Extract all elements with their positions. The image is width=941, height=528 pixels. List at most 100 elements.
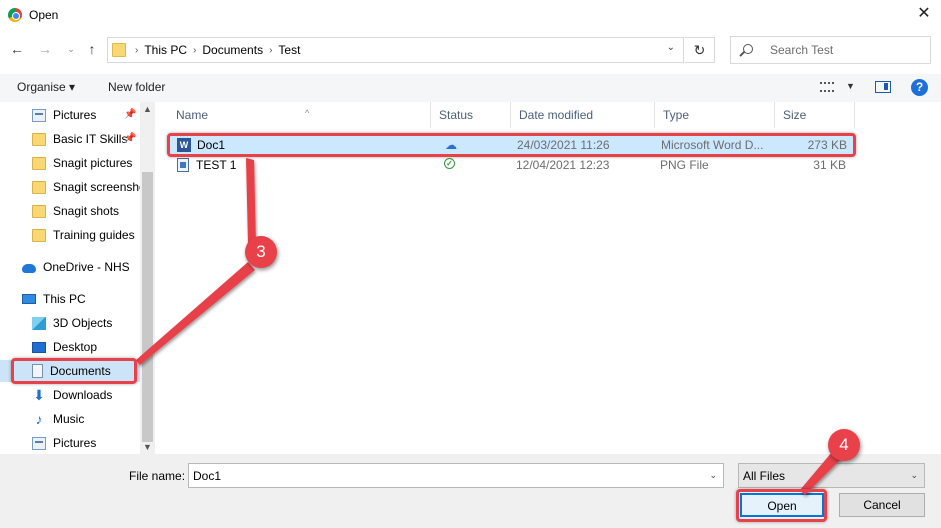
breadcrumb-this-pc[interactable]: This PC (144, 43, 187, 57)
image-file-icon (177, 158, 189, 172)
sidebar-item-label: 3D Objects (53, 316, 113, 330)
column-label: Status (439, 108, 474, 122)
address-bar[interactable]: › This PC › Documents › Test ⌄ (107, 37, 684, 63)
column-label: Size (783, 108, 807, 122)
close-button[interactable]: ✕ (912, 3, 936, 27)
downloads-icon: ⬇ (33, 386, 45, 403)
synced-check-icon: ✓ (444, 158, 455, 169)
new-folder-button[interactable]: New folder (108, 80, 165, 94)
file-type-filter[interactable]: All Files ⌄ (738, 463, 925, 488)
sidebar-item-onedrive[interactable]: OneDrive - NHS (0, 256, 140, 278)
step-badge-3: 3 (245, 236, 277, 268)
highlight-documents (11, 358, 137, 384)
3d-objects-icon (32, 316, 46, 330)
column-label: Date modified (519, 108, 594, 122)
filter-value: All Files (743, 469, 786, 483)
scroll-up-icon[interactable]: ▲ (142, 104, 153, 114)
sidebar-item-label: Snagit screensho (53, 180, 140, 194)
search-placeholder: Search Test (770, 43, 834, 57)
desktop-icon (32, 341, 46, 353)
chevron-right-icon: › (135, 44, 139, 56)
sidebar-item-label: Snagit shots (53, 204, 120, 218)
pin-icon: 📌 (124, 133, 137, 144)
file-name-label: File name: (129, 469, 186, 483)
pictures-icon (32, 108, 46, 122)
music-icon: ♪ (35, 410, 43, 427)
chevron-down-icon[interactable]: ⌄ (910, 470, 918, 481)
sidebar-item-label: OneDrive - NHS (43, 260, 130, 274)
file-name: TEST 1 (196, 158, 237, 172)
step-badge-4: 4 (828, 429, 860, 461)
breadcrumb-test[interactable]: Test (278, 43, 300, 57)
chevron-down-icon[interactable]: ⌄ (667, 42, 675, 53)
column-header-status[interactable]: Status (431, 102, 511, 128)
column-header-type[interactable]: Type (655, 102, 775, 128)
forward-arrow-icon[interactable]: → (36, 40, 54, 58)
sidebar-item-desktop[interactable]: Desktop (0, 336, 140, 358)
sidebar-item-label: Basic IT Skills (53, 132, 128, 146)
sidebar-item-label: Downloads (53, 388, 113, 402)
scroll-thumb[interactable] (142, 172, 153, 442)
sidebar-item-label: Music (53, 412, 85, 426)
window-title: Open (29, 8, 59, 22)
sidebar-item-training-guides[interactable]: Training guides (0, 224, 140, 246)
scroll-down-icon[interactable]: ▼ (142, 442, 153, 452)
sidebar-item-pictures-quick[interactable]: Pictures (0, 104, 140, 126)
pin-icon: 📌 (124, 109, 137, 120)
view-options-icon[interactable] (820, 82, 834, 92)
folder-icon (32, 180, 46, 194)
sidebar-item-label: Snagit pictures (53, 156, 133, 170)
pictures-icon (32, 436, 46, 450)
recent-locations-icon[interactable]: ⌄ (62, 40, 80, 58)
up-arrow-icon[interactable]: ↑ (83, 40, 101, 58)
sidebar-item-label: Desktop (53, 340, 98, 354)
folder-icon (112, 43, 126, 57)
folder-icon (32, 228, 46, 242)
chevron-right-icon: › (193, 44, 197, 56)
help-icon[interactable]: ? (911, 79, 928, 96)
column-header-date[interactable]: Date modified (511, 102, 655, 128)
sidebar-item-pictures[interactable]: Pictures (0, 432, 140, 454)
file-size: 31 KB (813, 158, 846, 172)
chrome-icon (8, 8, 22, 22)
column-label: Type (663, 108, 690, 122)
file-type: PNG File (660, 158, 709, 172)
column-header-size[interactable]: Size (775, 102, 855, 128)
highlight-open-button (736, 489, 827, 522)
file-row-test1[interactable]: TEST 1 ✓ 12/04/2021 12:23 PNG File 31 KB (168, 155, 854, 177)
sidebar-scrollbar[interactable]: ▲ ▼ (140, 102, 155, 454)
sidebar-item-label: Pictures (53, 436, 97, 450)
file-name-field[interactable]: Doc1 ⌄ (188, 463, 724, 488)
column-header-name[interactable]: Name ^ (168, 102, 431, 128)
navigation-pane: Pictures 📌 Basic IT Skills 📌 Snagit pict… (0, 102, 155, 454)
sidebar-item-snagit-shots[interactable]: Snagit shots (0, 200, 140, 222)
search-input[interactable]: Search Test (730, 36, 931, 64)
sidebar-item-basic-it-skills[interactable]: Basic IT Skills (0, 128, 140, 150)
organise-button[interactable]: Organise ▾ (17, 80, 75, 94)
cancel-button[interactable]: Cancel (839, 493, 925, 517)
column-label: Name (176, 108, 209, 122)
sidebar-item-snagit-screenshots[interactable]: Snagit screensho (0, 176, 140, 198)
preview-pane-icon[interactable] (875, 81, 891, 93)
sort-ascending-icon: ^ (305, 108, 310, 118)
sidebar-item-label: Training guides (53, 228, 135, 242)
toolbar: Organise ▾ New folder ▼ ? (0, 74, 941, 102)
refresh-button[interactable]: ↻ (685, 37, 715, 63)
highlight-doc1 (167, 133, 856, 157)
onedrive-icon (22, 264, 36, 273)
folder-icon (32, 132, 46, 146)
sidebar-item-snagit-pictures[interactable]: Snagit pictures (0, 152, 140, 174)
sidebar-item-this-pc[interactable]: This PC (0, 288, 140, 310)
folder-icon (32, 204, 46, 218)
chevron-down-icon[interactable]: ▼ (846, 81, 855, 91)
sidebar-item-3d-objects[interactable]: 3D Objects (0, 312, 140, 334)
breadcrumb-documents[interactable]: Documents (202, 43, 263, 57)
sidebar-item-downloads[interactable]: ⬇ Downloads (0, 384, 140, 406)
back-arrow-icon[interactable]: ← (8, 40, 26, 58)
sidebar-item-label: This PC (43, 292, 86, 306)
computer-icon (22, 294, 36, 304)
chevron-right-icon: › (269, 44, 273, 56)
chevron-down-icon[interactable]: ⌄ (709, 470, 717, 481)
file-date: 12/04/2021 12:23 (516, 158, 610, 172)
sidebar-item-music[interactable]: ♪ Music (0, 408, 140, 430)
